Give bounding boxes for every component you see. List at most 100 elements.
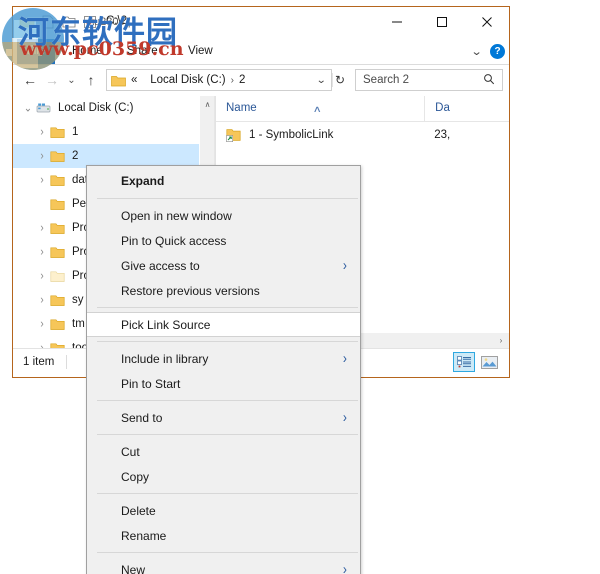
scroll-up-arrow-icon[interactable]: ∧ bbox=[200, 96, 215, 112]
chevron-down-icon[interactable]: ⌄ bbox=[470, 45, 482, 58]
file-date-cell: 23, bbox=[434, 129, 451, 141]
menu-item-send-to[interactable]: Send to › bbox=[87, 405, 360, 430]
menu-separator bbox=[97, 341, 358, 342]
folder-icon bbox=[50, 246, 66, 259]
maximize-button[interactable] bbox=[419, 7, 464, 36]
menu-item-expand[interactable]: Expand bbox=[87, 168, 360, 194]
menu-item-include-in-library[interactable]: Include in library › bbox=[87, 346, 360, 371]
chevron-right-icon[interactable]: › bbox=[34, 126, 50, 139]
new-folder-icon[interactable] bbox=[61, 14, 77, 30]
tree-item-label: 1 bbox=[72, 126, 79, 138]
tree-item-label: 2 bbox=[72, 150, 79, 162]
tab-home[interactable]: Home bbox=[63, 39, 112, 64]
column-header-name-label: Name bbox=[226, 102, 257, 114]
tab-file[interactable]: File bbox=[17, 39, 55, 64]
forward-button[interactable]: → bbox=[41, 69, 63, 91]
sort-ascending-icon: ∧ bbox=[312, 104, 322, 114]
window-controls bbox=[374, 7, 509, 36]
tree-item-label: Local Disk (C:) bbox=[58, 102, 134, 114]
folder-icon bbox=[50, 222, 66, 235]
menu-separator bbox=[97, 493, 358, 494]
chevron-right-icon: › bbox=[343, 409, 348, 426]
folder-icon bbox=[50, 198, 66, 211]
chevron-right-icon[interactable]: › bbox=[34, 246, 50, 259]
view-mode-buttons bbox=[453, 352, 509, 372]
window-title: C:\2 bbox=[106, 15, 128, 27]
column-header-date[interactable]: Da bbox=[424, 96, 509, 121]
menu-item-new[interactable]: New › bbox=[87, 557, 360, 574]
tab-view[interactable]: View bbox=[179, 39, 222, 64]
menu-item-label: Give access to bbox=[121, 258, 200, 273]
search-icon bbox=[483, 73, 502, 88]
explorer-app-icon bbox=[19, 14, 35, 30]
symbolic-link-icon bbox=[226, 128, 242, 142]
tree-item-label: tm bbox=[72, 318, 85, 330]
large-icons-view-button[interactable] bbox=[478, 352, 500, 372]
chevron-right-icon[interactable]: › bbox=[34, 150, 50, 163]
menu-item-pin-to-start[interactable]: Pin to Start bbox=[87, 371, 360, 396]
menu-item-rename[interactable]: Rename bbox=[87, 523, 360, 548]
up-button[interactable]: ↑ bbox=[80, 69, 102, 91]
menu-item-give-access-to[interactable]: Give access to › bbox=[87, 253, 360, 278]
folder-icon-dimmed bbox=[50, 270, 66, 283]
screen: \u2304 | C:\2 File Home Share View ⌄ ? ←… bbox=[0, 0, 600, 574]
search-input[interactable]: Search 2 bbox=[356, 74, 409, 86]
tree-item-1[interactable]: › 1 bbox=[13, 120, 215, 144]
menu-item-pin-to-quick-access[interactable]: Pin to Quick access bbox=[87, 228, 360, 253]
quick-access-toolbar bbox=[19, 14, 98, 30]
title-bar: \u2304 | C:\2 bbox=[13, 7, 509, 39]
status-divider bbox=[66, 355, 68, 369]
breadcrumb-item-drive[interactable]: Local Disk (C:) bbox=[150, 74, 225, 86]
folder-icon bbox=[50, 294, 66, 307]
breadcrumb-separator: › bbox=[230, 74, 234, 86]
menu-item-delete[interactable]: Delete bbox=[87, 498, 360, 523]
tree-item-local-disk[interactable]: ⌄ Local Disk (C:) bbox=[13, 96, 215, 120]
details-view-button[interactable] bbox=[453, 352, 475, 372]
folder-icon bbox=[50, 126, 66, 139]
drive-icon bbox=[36, 102, 52, 115]
menu-item-restore-previous-versions[interactable]: Restore previous versions bbox=[87, 278, 360, 303]
address-bar[interactable]: « . Local Disk (C:) › 2 ⌄ bbox=[106, 69, 332, 91]
back-button[interactable]: ← bbox=[19, 69, 41, 91]
address-bar-row: ← → ⌄ ↑ « . Local Disk (C:) › 2 ⌄ ↻ Sear… bbox=[13, 65, 509, 95]
chevron-right-icon: › bbox=[343, 350, 348, 367]
search-box[interactable]: Search 2 bbox=[355, 69, 503, 91]
menu-item-open-in-new-window[interactable]: Open in new window bbox=[87, 203, 360, 228]
chevron-down-icon[interactable]: ⌄ bbox=[308, 75, 333, 86]
file-list-row[interactable]: 1 - SymbolicLink 23, bbox=[216, 122, 509, 148]
tab-share[interactable]: Share bbox=[118, 39, 167, 64]
minimize-button[interactable] bbox=[374, 7, 419, 36]
column-header-name[interactable]: Name ∧ bbox=[216, 96, 424, 121]
refresh-button[interactable]: ↻ bbox=[331, 73, 350, 87]
chevron-right-icon[interactable]: › bbox=[34, 270, 50, 283]
column-headers: Name ∧ Da bbox=[216, 96, 509, 122]
menu-separator bbox=[97, 198, 358, 199]
menu-separator bbox=[97, 552, 358, 553]
close-button[interactable] bbox=[464, 7, 509, 36]
chevron-right-icon: › bbox=[343, 257, 348, 274]
ribbon-tab-strip: File Home Share View ⌄ ? bbox=[13, 39, 509, 65]
properties-icon[interactable] bbox=[40, 14, 56, 30]
help-icon[interactable]: ? bbox=[490, 44, 505, 59]
folder-icon bbox=[111, 74, 126, 87]
menu-item-label: Send to bbox=[121, 410, 163, 425]
chevron-right-icon[interactable]: › bbox=[34, 222, 50, 235]
chevron-down-icon[interactable]: ⌄ bbox=[20, 102, 36, 115]
chevron-right-icon[interactable]: › bbox=[34, 174, 50, 187]
menu-separator bbox=[97, 307, 358, 308]
item-count-label: 1 item bbox=[23, 356, 55, 368]
chevron-right-icon[interactable]: › bbox=[34, 294, 50, 307]
breadcrumb-item-folder[interactable]: 2 bbox=[239, 74, 245, 86]
scroll-right-arrow-icon[interactable]: › bbox=[493, 336, 509, 345]
menu-separator bbox=[97, 434, 358, 435]
folder-icon bbox=[50, 174, 66, 187]
breadcrumb-overflow[interactable]: « bbox=[131, 74, 137, 86]
menu-item-label: Include in library bbox=[121, 351, 209, 366]
menu-item-cut[interactable]: Cut bbox=[87, 439, 360, 464]
menu-item-pick-link-source[interactable]: Pick Link Source bbox=[87, 312, 360, 337]
recent-locations-button[interactable]: ⌄ bbox=[63, 69, 80, 91]
folder-icon bbox=[50, 150, 66, 163]
file-name-cell[interactable]: 1 - SymbolicLink bbox=[216, 128, 424, 142]
chevron-right-icon[interactable]: › bbox=[34, 318, 50, 331]
menu-item-copy[interactable]: Copy bbox=[87, 464, 360, 489]
